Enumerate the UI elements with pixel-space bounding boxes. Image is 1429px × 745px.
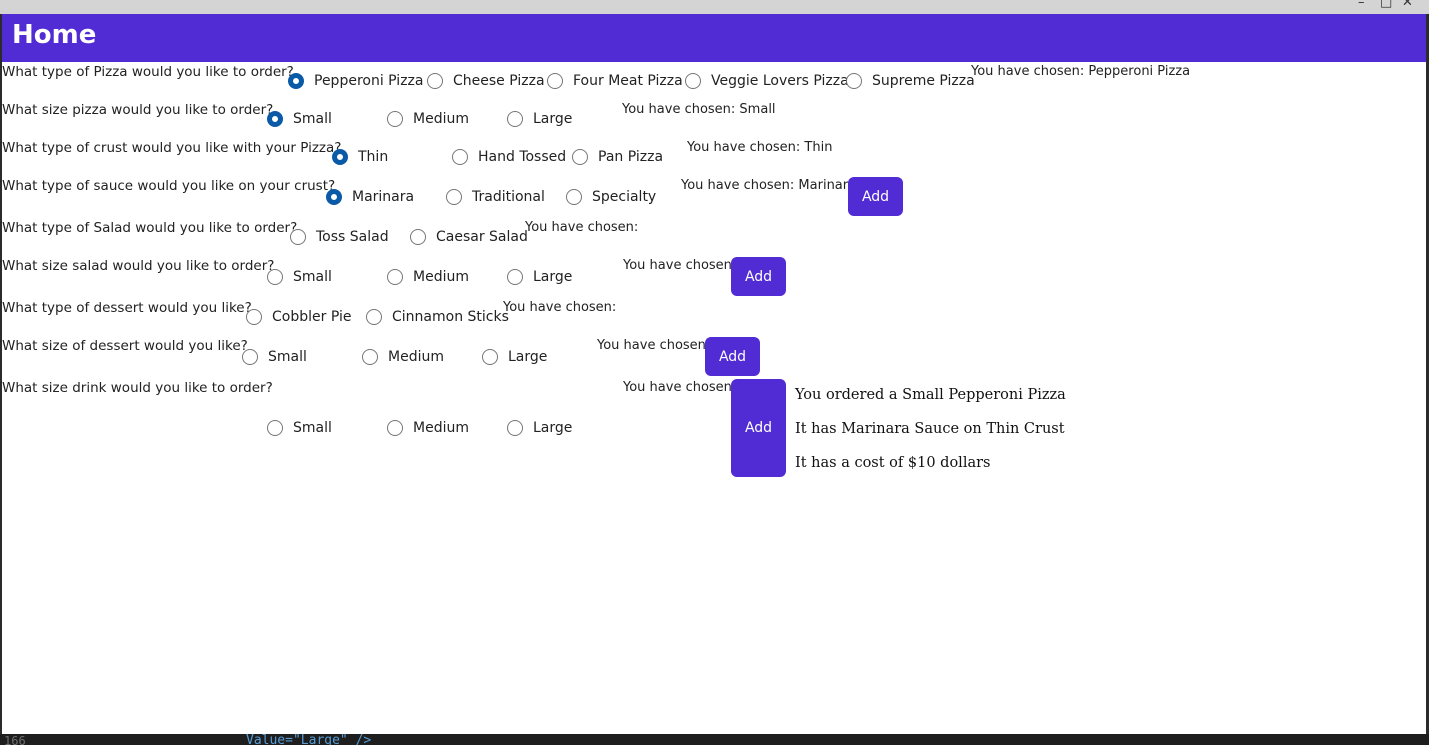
add-dessert-button[interactable]: Add (705, 337, 760, 376)
radio-pizza-cheese[interactable]: Cheese Pizza (427, 70, 545, 92)
radio-sauce-marinara[interactable]: Marinara (326, 186, 414, 208)
radio-circle[interactable] (685, 73, 701, 89)
app-window: Home What type of Pizza would you like t… (2, 14, 1426, 734)
question-salad-type: What type of Salad would you like to ord… (2, 220, 298, 236)
chosen-pizza-type: You have chosen: Pepperoni Pizza (971, 64, 1191, 79)
radio-pizza-size-large[interactable]: Large (507, 108, 572, 130)
page-title: Home (12, 20, 97, 50)
radio-salad-size-large[interactable]: Large (507, 266, 572, 288)
radio-circle[interactable] (362, 349, 378, 365)
radio-circle[interactable] (446, 189, 462, 205)
radio-circle[interactable] (332, 149, 348, 165)
radio-circle[interactable] (267, 111, 283, 127)
radio-dessert-size-medium[interactable]: Medium (362, 346, 444, 368)
chosen-salad-size: You have chosen: (623, 258, 737, 273)
chosen-sauce: You have chosen: Marinara (681, 178, 857, 193)
radio-circle[interactable] (242, 349, 258, 365)
add-pizza-button[interactable]: Add (848, 177, 903, 216)
radio-pizza-supreme[interactable]: Supreme Pizza (846, 70, 975, 92)
radio-circle[interactable] (288, 73, 304, 89)
radio-salad-caesar[interactable]: Caesar Salad (410, 226, 528, 248)
radio-pizza-size-medium[interactable]: Medium (387, 108, 469, 130)
summary-line-order: You ordered a Small Pepperoni Pizza (795, 387, 1066, 403)
radio-drink-size-large[interactable]: Large (507, 417, 572, 439)
chosen-pizza-size: You have chosen: Small (622, 102, 776, 117)
chosen-salad-type: You have chosen: (525, 220, 639, 235)
radio-circle[interactable] (387, 111, 403, 127)
radio-circle[interactable] (427, 73, 443, 89)
radio-circle[interactable] (566, 189, 582, 205)
radio-circle[interactable] (267, 420, 283, 436)
summary-line-cost: It has a cost of $10 dollars (795, 455, 991, 471)
radio-circle[interactable] (387, 420, 403, 436)
radio-pizza-four-meat[interactable]: Four Meat Pizza (547, 70, 683, 92)
radio-dessert-cinnamon[interactable]: Cinnamon Sticks (366, 306, 509, 328)
radio-circle[interactable] (452, 149, 468, 165)
radio-pizza-pepperoni[interactable]: Pepperoni Pizza (288, 70, 423, 92)
radio-dessert-size-small[interactable]: Small (242, 346, 307, 368)
radio-drink-size-medium[interactable]: Medium (387, 417, 469, 439)
radio-circle[interactable] (482, 349, 498, 365)
minimize-icon[interactable]: – (1358, 0, 1365, 10)
radio-crust-pan[interactable]: Pan Pizza (572, 146, 663, 168)
question-pizza-size: What size pizza would you like to order? (2, 102, 274, 118)
radio-pizza-veggie-lovers[interactable]: Veggie Lovers Pizza (685, 70, 849, 92)
question-crust: What type of crust would you like with y… (2, 140, 342, 156)
chosen-dessert-size: You have chosen: (597, 338, 711, 353)
close-icon[interactable]: ✕ (1402, 0, 1413, 10)
radio-circle[interactable] (547, 73, 563, 89)
question-dessert-size: What size of dessert would you like? (2, 338, 248, 354)
chosen-crust: You have chosen: Thin (687, 140, 833, 155)
radio-crust-thin[interactable]: Thin (332, 146, 388, 168)
radio-sauce-traditional[interactable]: Traditional (446, 186, 545, 208)
app-header: Home (2, 14, 1426, 62)
radio-salad-size-small[interactable]: Small (267, 266, 332, 288)
radio-crust-hand-tossed[interactable]: Hand Tossed (452, 146, 566, 168)
radio-salad-toss[interactable]: Toss Salad (290, 226, 389, 248)
chosen-drink-size: You have chosen: (623, 380, 737, 395)
radio-circle[interactable] (246, 309, 262, 325)
radio-circle[interactable] (366, 309, 382, 325)
radio-circle[interactable] (387, 269, 403, 285)
chosen-dessert-type: You have chosen: (503, 300, 617, 315)
code-text: Value="Large" /> (246, 734, 372, 745)
code-line-number: 166 (4, 734, 26, 745)
radio-circle[interactable] (846, 73, 862, 89)
radio-circle[interactable] (507, 111, 523, 127)
question-drink-size: What size drink would you like to order? (2, 380, 273, 396)
radio-circle[interactable] (267, 269, 283, 285)
radio-pizza-size-small[interactable]: Small (267, 108, 332, 130)
radio-circle[interactable] (410, 229, 426, 245)
radio-sauce-specialty[interactable]: Specialty (566, 186, 656, 208)
radio-dessert-size-large[interactable]: Large (482, 346, 547, 368)
radio-circle[interactable] (507, 269, 523, 285)
radio-circle[interactable] (290, 229, 306, 245)
window-titlebar: – □ ✕ (0, 0, 1429, 14)
question-salad-size: What size salad would you like to order? (2, 258, 275, 274)
code-editor-strip: 166 Value="Large" /> (0, 734, 1429, 745)
radio-dessert-cobbler[interactable]: Cobbler Pie (246, 306, 351, 328)
radio-circle[interactable] (326, 189, 342, 205)
add-salad-button[interactable]: Add (731, 257, 786, 296)
question-dessert-type: What type of dessert would you like? (2, 300, 252, 316)
radio-salad-size-medium[interactable]: Medium (387, 266, 469, 288)
radio-drink-size-small[interactable]: Small (267, 417, 332, 439)
radio-circle[interactable] (507, 420, 523, 436)
question-sauce: What type of sauce would you like on you… (2, 178, 336, 194)
maximize-icon[interactable]: □ (1380, 0, 1392, 10)
question-pizza-type: What type of Pizza would you like to ord… (2, 64, 294, 80)
summary-line-sauce-crust: It has Marinara Sauce on Thin Crust (795, 421, 1065, 437)
radio-circle[interactable] (572, 149, 588, 165)
add-drink-button[interactable]: Add (731, 379, 786, 477)
